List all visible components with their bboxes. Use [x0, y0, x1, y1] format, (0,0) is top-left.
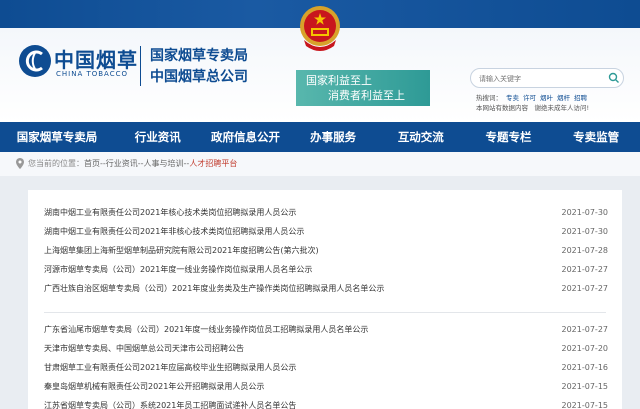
news-title[interactable]: 甘肃烟草工业有限责任公司2021年应届高校毕业生招聘拟录用人员公示 [44, 362, 296, 373]
search-input[interactable] [479, 72, 599, 85]
logo-chinese-text: 中国烟草 [54, 48, 138, 72]
nav-item-home[interactable]: 国家烟草专卖局 [0, 122, 114, 152]
news-date: 2021-07-28 [561, 246, 609, 255]
news-title[interactable]: 江苏省烟草专卖局（公司）系统2021年员工招聘面试递补人员名单公告 [44, 400, 296, 409]
news-title[interactable]: 广东省汕尾市烟草专卖局（公司）2021年度一线业务操作岗位员工招聘拟录用人员名单… [44, 324, 368, 335]
list-item[interactable]: 河源市烟草专卖局（公司）2021年度一线业务操作岗位拟录用人员名单公示 2021… [28, 260, 622, 279]
news-date: 2021-07-15 [561, 382, 609, 391]
news-date: 2021-07-27 [561, 325, 609, 334]
org-name-line1: 国家烟草专卖局 [150, 48, 248, 64]
list-item[interactable]: 湖南中烟工业有限责任公司2021年核心技术类岗位招聘拟录用人员公示 2021-0… [28, 203, 622, 222]
location-pin-icon [16, 158, 24, 169]
news-panel: 湖南中烟工业有限责任公司2021年核心技术类岗位招聘拟录用人员公示 2021-0… [28, 190, 622, 409]
news-date: 2021-07-30 [561, 227, 609, 236]
breadcrumb-path[interactable]: 首页--行业资讯--人事与培训-- [84, 159, 189, 168]
minor-notice: 本网站有数据内容 谢绝未成年人访问! [476, 104, 590, 112]
list-item[interactable]: 广西壮族自治区烟草专卖局（公司）2021年度业务类及生产操作类岗位招聘拟录用人员… [28, 279, 622, 298]
news-date: 2021-07-27 [561, 284, 609, 293]
national-emblem-icon [300, 6, 340, 51]
hot-word-link[interactable]: 烟杆 [557, 94, 570, 102]
nav-item-industry-news[interactable]: 行业资讯 [114, 122, 202, 152]
hot-word-link[interactable]: 烟叶 [540, 94, 553, 102]
news-date: 2021-07-30 [561, 208, 609, 217]
logo-english-text: CHINA TOBACCO [56, 70, 129, 78]
nav-item-interaction[interactable]: 互动交流 [377, 122, 465, 152]
search-box [470, 68, 624, 88]
news-title[interactable]: 河源市烟草专卖局（公司）2021年度一线业务操作岗位拟录用人员名单公示 [44, 264, 312, 275]
list-item[interactable]: 甘肃烟草工业有限责任公司2021年应届高校毕业生招聘拟录用人员公示 2021-0… [28, 358, 622, 377]
main-nav: 国家烟草专卖局 行业资讯 政府信息公开 办事服务 互动交流 专题专栏 专卖监管 [0, 122, 640, 152]
list-item[interactable]: 江苏省烟草专卖局（公司）系统2021年员工招聘面试递补人员名单公告 2021-0… [28, 396, 622, 409]
news-title[interactable]: 广西壮族自治区烟草专卖局（公司）2021年度业务类及生产操作类岗位招聘拟录用人员… [44, 283, 384, 294]
list-item[interactable]: 秦皇岛烟草机械有限责任公司2021年公开招聘拟录用人员公示 2021-07-15 [28, 377, 622, 396]
news-date: 2021-07-16 [561, 363, 609, 372]
hot-words-label: 热搜词： [476, 94, 502, 102]
nav-item-services[interactable]: 办事服务 [289, 122, 377, 152]
group-divider [44, 312, 606, 313]
hot-word-link[interactable]: 招聘 [574, 94, 587, 102]
breadcrumb-current[interactable]: 人才招聘平台 [189, 159, 237, 168]
news-title[interactable]: 湖南中烟工业有限责任公司2021年核心技术类岗位招聘拟录用人员公示 [44, 207, 296, 218]
nav-item-gov-info[interactable]: 政府信息公开 [202, 122, 290, 152]
slogan-line1: 国家利益至上 [306, 74, 372, 87]
news-title[interactable]: 秦皇岛烟草机械有限责任公司2021年公开招聘拟录用人员公示 [44, 381, 264, 392]
news-title[interactable]: 天津市烟草专卖局、中国烟草总公司天津市公司招聘公告 [44, 343, 244, 354]
china-tobacco-logo-icon [19, 45, 51, 77]
list-item[interactable]: 广东省汕尾市烟草专卖局（公司）2021年度一线业务操作岗位员工招聘拟录用人员名单… [28, 320, 622, 339]
hot-word-link[interactable]: 许可 [523, 94, 536, 102]
org-name-line2: 中国烟草总公司 [150, 69, 248, 85]
nav-item-supervision[interactable]: 专卖监管 [552, 122, 640, 152]
news-date: 2021-07-20 [561, 344, 609, 353]
breadcrumb-prefix: 您当前的位置： [28, 159, 84, 168]
list-item[interactable]: 湖南中烟工业有限责任公司2021年非核心技术类岗位招聘拟录用人员公示 2021-… [28, 222, 622, 241]
slogan-line2: 消费者利益至上 [328, 89, 405, 102]
hot-words: 热搜词： 专卖 许可 烟叶 烟杆 招聘 [476, 92, 591, 102]
list-item[interactable]: 天津市烟草专卖局、中国烟草总公司天津市公司招聘公告 2021-07-20 [28, 339, 622, 358]
breadcrumb-bar: 您当前的位置：首页--行业资讯--人事与培训--人才招聘平台 [0, 152, 640, 176]
slogan-banner: 国家利益至上 消费者利益至上 [296, 70, 430, 106]
search-icon[interactable] [608, 72, 620, 84]
list-item[interactable]: 上海烟草集团上海新型烟草制品研究院有限公司2021年度招聘公告(第六批次) 20… [28, 241, 622, 260]
nav-item-topics[interactable]: 专题专栏 [465, 122, 553, 152]
breadcrumb: 您当前的位置：首页--行业资讯--人事与培训--人才招聘平台 [28, 158, 237, 169]
hot-word-link[interactable]: 专卖 [506, 94, 519, 102]
news-title[interactable]: 上海烟草集团上海新型烟草制品研究院有限公司2021年度招聘公告(第六批次) [44, 245, 319, 256]
news-title[interactable]: 湖南中烟工业有限责任公司2021年非核心技术类岗位招聘拟录用人员公示 [44, 226, 304, 237]
logo-divider [140, 46, 141, 86]
news-date: 2021-07-15 [561, 401, 609, 409]
news-date: 2021-07-27 [561, 265, 609, 274]
